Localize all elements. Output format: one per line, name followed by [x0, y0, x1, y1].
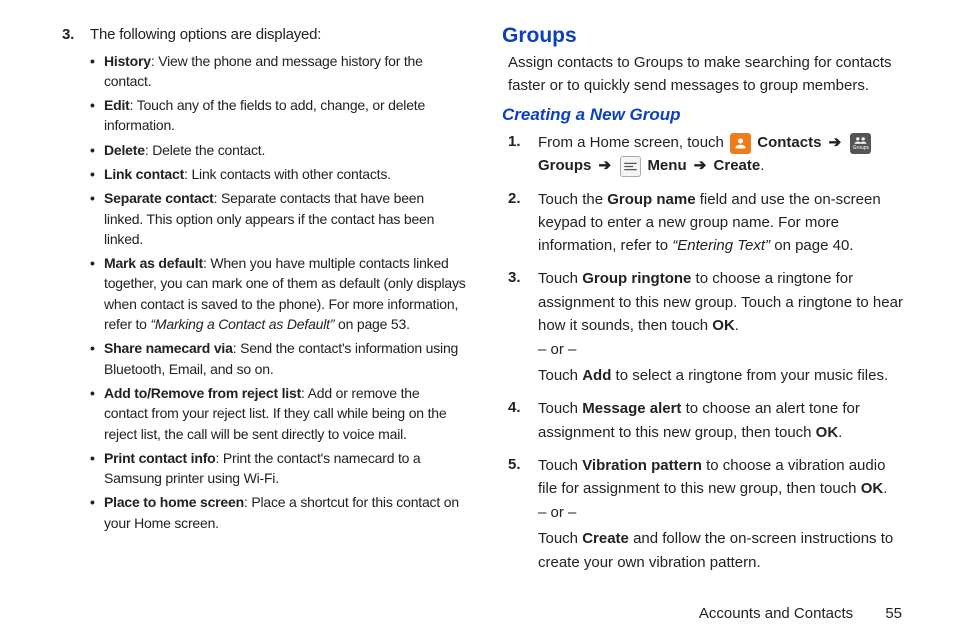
- step-1: 1. From a Home screen, touch Contacts ➔ …: [508, 131, 906, 178]
- groups-icon: Groups: [850, 133, 871, 154]
- step-number: 5.: [508, 454, 538, 501]
- arrow-icon: ➔: [694, 157, 707, 174]
- option-delete: • Delete: Delete the contact.: [90, 140, 466, 160]
- step-number: 4.: [508, 397, 538, 444]
- left-column: 3. The following options are displayed: …: [62, 24, 466, 574]
- option-home-screen: • Place to home screen: Place a shortcut…: [90, 492, 466, 533]
- step-4: 4. Touch Message alert to choose an aler…: [508, 397, 906, 444]
- step-2: 2. Touch the Group name field and use th…: [508, 188, 906, 258]
- bullet-dot: •: [90, 383, 104, 444]
- step-text: From a Home screen, touch Contacts ➔ Gro…: [538, 131, 906, 178]
- bullet-dot: •: [90, 188, 104, 249]
- option-text: Share namecard via: Send the contact's i…: [104, 338, 466, 379]
- footer-section: Accounts and Contacts: [699, 605, 853, 622]
- step-5: 5. Touch Vibration pattern to choose a v…: [508, 454, 906, 501]
- step-text: Touch Group ringtone to choose a rington…: [538, 267, 906, 337]
- option-share-namecard: • Share namecard via: Send the contact's…: [90, 338, 466, 379]
- option-text: History: View the phone and message hist…: [104, 51, 466, 92]
- option-reject-list: • Add to/Remove from reject list: Add or…: [90, 383, 466, 444]
- arrow-icon: ➔: [599, 157, 612, 174]
- option-link-contact: • Link contact: Link contacts with other…: [90, 164, 466, 184]
- step-number: 3.: [508, 267, 538, 337]
- option-mark-default: • Mark as default: When you have multipl…: [90, 253, 466, 334]
- option-text: Separate contact: Separate contacts that…: [104, 188, 466, 249]
- right-column: Groups Assign contacts to Groups to make…: [502, 24, 906, 574]
- page-footer: Accounts and Contacts 55: [699, 605, 902, 622]
- option-text: Delete: Delete the contact.: [104, 140, 466, 160]
- footer-page-number: 55: [885, 605, 902, 622]
- or-separator: – or –: [538, 341, 906, 358]
- step-text: The following options are displayed:: [90, 24, 466, 47]
- steps-list: 1. From a Home screen, touch Contacts ➔ …: [508, 131, 906, 574]
- step-3: 3. Touch Group ringtone to choose a ring…: [508, 267, 906, 337]
- step-number: 2.: [508, 188, 538, 258]
- step-text: Touch the Group name field and use the o…: [538, 188, 906, 258]
- options-list: • History: View the phone and message hi…: [90, 51, 466, 534]
- bullet-dot: •: [90, 51, 104, 92]
- step-text: Touch Vibration pattern to choose a vibr…: [538, 454, 906, 501]
- step-3-intro: 3. The following options are displayed:: [62, 24, 466, 47]
- option-text: Edit: Touch any of the fields to add, ch…: [104, 95, 466, 136]
- option-text: Place to home screen: Place a shortcut f…: [104, 492, 466, 533]
- option-text: Mark as default: When you have multiple …: [104, 253, 466, 334]
- option-text: Print contact info: Print the contact's …: [104, 448, 466, 489]
- step-3-alt: Touch Add to select a ringtone from your…: [538, 364, 906, 387]
- option-edit: • Edit: Touch any of the fields to add, …: [90, 95, 466, 136]
- step-number: 3.: [62, 24, 90, 47]
- arrow-icon: ➔: [829, 134, 842, 151]
- contacts-icon: [730, 133, 751, 154]
- option-text: Add to/Remove from reject list: Add or r…: [104, 383, 466, 444]
- step-5-alt: Touch Create and follow the on-screen in…: [538, 527, 906, 574]
- bullet-dot: •: [90, 164, 104, 184]
- bullet-dot: •: [90, 448, 104, 489]
- option-separate-contact: • Separate contact: Separate contacts th…: [90, 188, 466, 249]
- option-print-contact: • Print contact info: Print the contact'…: [90, 448, 466, 489]
- bullet-dot: •: [90, 253, 104, 334]
- menu-icon: [620, 156, 641, 177]
- bullet-dot: •: [90, 140, 104, 160]
- page-columns: 3. The following options are displayed: …: [62, 24, 906, 574]
- groups-description: Assign contacts to Groups to make search…: [508, 52, 906, 97]
- step-text: Touch Message alert to choose an alert t…: [538, 397, 906, 444]
- bullet-dot: •: [90, 95, 104, 136]
- creating-group-heading: Creating a New Group: [502, 105, 906, 125]
- option-text: Link contact: Link contacts with other c…: [104, 164, 466, 184]
- bullet-dot: •: [90, 338, 104, 379]
- option-history: • History: View the phone and message hi…: [90, 51, 466, 92]
- groups-heading: Groups: [502, 24, 906, 48]
- step-number: 1.: [508, 131, 538, 178]
- or-separator: – or –: [538, 504, 906, 521]
- bullet-dot: •: [90, 492, 104, 533]
